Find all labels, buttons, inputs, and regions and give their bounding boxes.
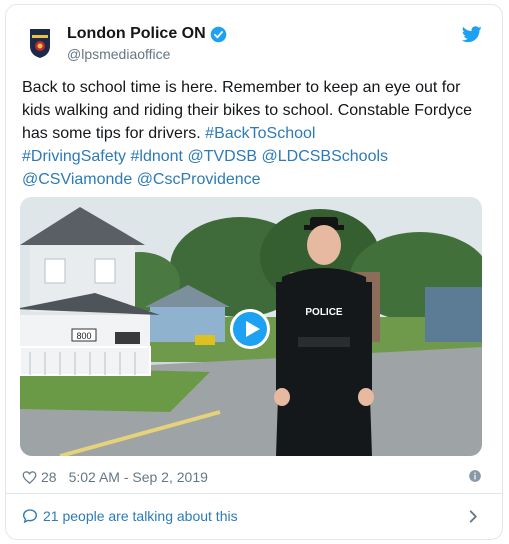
talking-count-label[interactable]: 21 people are talking about this — [43, 508, 238, 524]
divider — [5, 493, 503, 494]
police-crest-icon[interactable] — [22, 24, 58, 60]
mention-tvdsb[interactable]: @TVDSB — [187, 148, 257, 165]
tweet-text: Back to school time is here. Remember to… — [22, 76, 480, 191]
mention-csviamonde[interactable]: @CSViamonde — [22, 171, 132, 188]
house-number: 800 — [76, 331, 91, 341]
video-thumbnail[interactable]: 800 POLICE — [20, 197, 482, 456]
hashtag-drivingsafety[interactable]: #DrivingSafety — [22, 148, 126, 165]
conversation-link[interactable]: 21 people are talking about this — [22, 505, 482, 527]
tweet-timestamp[interactable]: 5:02 AM - Sep 2, 2019 — [69, 469, 208, 485]
chevron-right-icon[interactable] — [469, 510, 478, 523]
tweet-meta: 28 5:02 AM - Sep 2, 2019 — [22, 468, 482, 486]
mention-ldcsbschools[interactable]: @LDCSBSchools — [262, 148, 389, 165]
tweet-header: London Police ON @lpsmediaoffice — [22, 24, 482, 64]
account-handle[interactable]: @lpsmediaoffice — [67, 46, 170, 62]
hashtag-backtoschool[interactable]: #BackToSchool — [205, 125, 315, 142]
info-icon[interactable] — [468, 469, 482, 483]
speech-bubble-icon — [22, 509, 38, 524]
vest-badge-text: POLICE — [305, 307, 343, 318]
twitter-bird-icon[interactable] — [462, 26, 482, 43]
mention-cscprovidence[interactable]: @CscProvidence — [137, 171, 261, 188]
like-count[interactable]: 28 — [41, 469, 57, 485]
display-name[interactable]: London Police ON — [67, 25, 206, 43]
hashtag-ldnont[interactable]: #ldnont — [131, 148, 184, 165]
verified-icon — [210, 26, 226, 42]
heart-icon[interactable] — [22, 470, 37, 485]
play-icon[interactable] — [230, 309, 270, 349]
